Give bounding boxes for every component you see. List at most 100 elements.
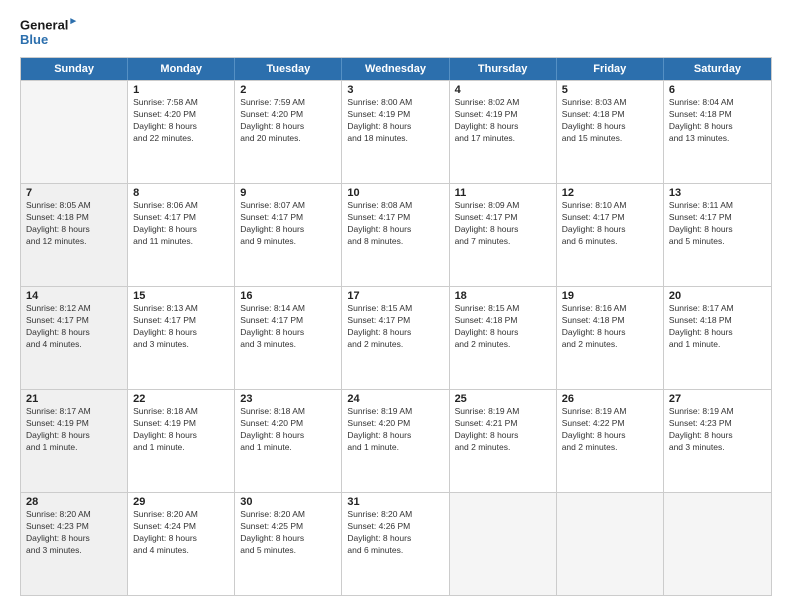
calendar-cell: 31Sunrise: 8:20 AM Sunset: 4:26 PM Dayli… bbox=[342, 493, 449, 595]
day-number: 9 bbox=[240, 187, 336, 199]
day-number: 31 bbox=[347, 496, 443, 508]
day-number: 19 bbox=[562, 290, 658, 302]
calendar-cell: 6Sunrise: 8:04 AM Sunset: 4:18 PM Daylig… bbox=[664, 81, 771, 183]
calendar-cell: 30Sunrise: 8:20 AM Sunset: 4:25 PM Dayli… bbox=[235, 493, 342, 595]
weekday-header: Friday bbox=[557, 58, 664, 80]
calendar-cell: 23Sunrise: 8:18 AM Sunset: 4:20 PM Dayli… bbox=[235, 390, 342, 492]
day-info: Sunrise: 8:05 AM Sunset: 4:18 PM Dayligh… bbox=[26, 200, 122, 248]
day-info: Sunrise: 8:15 AM Sunset: 4:17 PM Dayligh… bbox=[347, 303, 443, 351]
calendar-cell: 11Sunrise: 8:09 AM Sunset: 4:17 PM Dayli… bbox=[450, 184, 557, 286]
calendar-cell: 2Sunrise: 7:59 AM Sunset: 4:20 PM Daylig… bbox=[235, 81, 342, 183]
day-info: Sunrise: 8:04 AM Sunset: 4:18 PM Dayligh… bbox=[669, 97, 766, 145]
day-number: 5 bbox=[562, 84, 658, 96]
day-info: Sunrise: 7:58 AM Sunset: 4:20 PM Dayligh… bbox=[133, 97, 229, 145]
weekday-header: Monday bbox=[128, 58, 235, 80]
day-number: 24 bbox=[347, 393, 443, 405]
day-info: Sunrise: 8:20 AM Sunset: 4:26 PM Dayligh… bbox=[347, 509, 443, 557]
day-number: 11 bbox=[455, 187, 551, 199]
weekday-header: Sunday bbox=[21, 58, 128, 80]
day-number: 25 bbox=[455, 393, 551, 405]
header: General► Blue bbox=[20, 16, 772, 47]
day-number: 30 bbox=[240, 496, 336, 508]
day-info: Sunrise: 8:20 AM Sunset: 4:24 PM Dayligh… bbox=[133, 509, 229, 557]
calendar-cell: 28Sunrise: 8:20 AM Sunset: 4:23 PM Dayli… bbox=[21, 493, 128, 595]
calendar-cell: 7Sunrise: 8:05 AM Sunset: 4:18 PM Daylig… bbox=[21, 184, 128, 286]
day-info: Sunrise: 8:03 AM Sunset: 4:18 PM Dayligh… bbox=[562, 97, 658, 145]
page: General► Blue SundayMondayTuesdayWednesd… bbox=[0, 0, 792, 612]
day-info: Sunrise: 8:19 AM Sunset: 4:21 PM Dayligh… bbox=[455, 406, 551, 454]
day-info: Sunrise: 8:11 AM Sunset: 4:17 PM Dayligh… bbox=[669, 200, 766, 248]
calendar-cell: 29Sunrise: 8:20 AM Sunset: 4:24 PM Dayli… bbox=[128, 493, 235, 595]
day-info: Sunrise: 8:06 AM Sunset: 4:17 PM Dayligh… bbox=[133, 200, 229, 248]
day-info: Sunrise: 8:17 AM Sunset: 4:18 PM Dayligh… bbox=[669, 303, 766, 351]
day-info: Sunrise: 8:18 AM Sunset: 4:20 PM Dayligh… bbox=[240, 406, 336, 454]
day-info: Sunrise: 8:08 AM Sunset: 4:17 PM Dayligh… bbox=[347, 200, 443, 248]
weekday-header: Tuesday bbox=[235, 58, 342, 80]
logo-blue: Blue bbox=[20, 33, 48, 47]
calendar-cell: 25Sunrise: 8:19 AM Sunset: 4:21 PM Dayli… bbox=[450, 390, 557, 492]
day-number: 21 bbox=[26, 393, 122, 405]
day-info: Sunrise: 8:00 AM Sunset: 4:19 PM Dayligh… bbox=[347, 97, 443, 145]
day-info: Sunrise: 8:19 AM Sunset: 4:23 PM Dayligh… bbox=[669, 406, 766, 454]
calendar-cell: 22Sunrise: 8:18 AM Sunset: 4:19 PM Dayli… bbox=[128, 390, 235, 492]
day-number: 22 bbox=[133, 393, 229, 405]
logo: General► Blue bbox=[20, 16, 78, 47]
day-info: Sunrise: 8:20 AM Sunset: 4:25 PM Dayligh… bbox=[240, 509, 336, 557]
logo-container: General► Blue bbox=[20, 16, 78, 47]
calendar-cell: 17Sunrise: 8:15 AM Sunset: 4:17 PM Dayli… bbox=[342, 287, 449, 389]
calendar-cell: 12Sunrise: 8:10 AM Sunset: 4:17 PM Dayli… bbox=[557, 184, 664, 286]
day-number: 23 bbox=[240, 393, 336, 405]
calendar-cell: 16Sunrise: 8:14 AM Sunset: 4:17 PM Dayli… bbox=[235, 287, 342, 389]
day-number: 7 bbox=[26, 187, 122, 199]
weekday-header: Saturday bbox=[664, 58, 771, 80]
logo-general: General► bbox=[20, 16, 78, 33]
calendar-cell: 1Sunrise: 7:58 AM Sunset: 4:20 PM Daylig… bbox=[128, 81, 235, 183]
day-info: Sunrise: 8:14 AM Sunset: 4:17 PM Dayligh… bbox=[240, 303, 336, 351]
calendar-cell: 20Sunrise: 8:17 AM Sunset: 4:18 PM Dayli… bbox=[664, 287, 771, 389]
calendar-cell bbox=[557, 493, 664, 595]
calendar-cell: 15Sunrise: 8:13 AM Sunset: 4:17 PM Dayli… bbox=[128, 287, 235, 389]
calendar-cell: 5Sunrise: 8:03 AM Sunset: 4:18 PM Daylig… bbox=[557, 81, 664, 183]
day-number: 8 bbox=[133, 187, 229, 199]
day-info: Sunrise: 8:20 AM Sunset: 4:23 PM Dayligh… bbox=[26, 509, 122, 557]
day-info: Sunrise: 8:09 AM Sunset: 4:17 PM Dayligh… bbox=[455, 200, 551, 248]
day-number: 26 bbox=[562, 393, 658, 405]
weekday-header: Wednesday bbox=[342, 58, 449, 80]
day-info: Sunrise: 8:19 AM Sunset: 4:22 PM Dayligh… bbox=[562, 406, 658, 454]
calendar-cell: 8Sunrise: 8:06 AM Sunset: 4:17 PM Daylig… bbox=[128, 184, 235, 286]
calendar-cell: 24Sunrise: 8:19 AM Sunset: 4:20 PM Dayli… bbox=[342, 390, 449, 492]
day-info: Sunrise: 8:18 AM Sunset: 4:19 PM Dayligh… bbox=[133, 406, 229, 454]
day-number: 6 bbox=[669, 84, 766, 96]
calendar-cell: 18Sunrise: 8:15 AM Sunset: 4:18 PM Dayli… bbox=[450, 287, 557, 389]
calendar-cell bbox=[450, 493, 557, 595]
calendar-cell: 10Sunrise: 8:08 AM Sunset: 4:17 PM Dayli… bbox=[342, 184, 449, 286]
day-info: Sunrise: 8:07 AM Sunset: 4:17 PM Dayligh… bbox=[240, 200, 336, 248]
calendar-row: 1Sunrise: 7:58 AM Sunset: 4:20 PM Daylig… bbox=[21, 80, 771, 183]
day-number: 20 bbox=[669, 290, 766, 302]
day-number: 16 bbox=[240, 290, 336, 302]
day-info: Sunrise: 8:12 AM Sunset: 4:17 PM Dayligh… bbox=[26, 303, 122, 351]
day-number: 4 bbox=[455, 84, 551, 96]
calendar-cell bbox=[21, 81, 128, 183]
day-number: 1 bbox=[133, 84, 229, 96]
calendar-cell: 19Sunrise: 8:16 AM Sunset: 4:18 PM Dayli… bbox=[557, 287, 664, 389]
day-info: Sunrise: 8:19 AM Sunset: 4:20 PM Dayligh… bbox=[347, 406, 443, 454]
day-info: Sunrise: 7:59 AM Sunset: 4:20 PM Dayligh… bbox=[240, 97, 336, 145]
day-number: 12 bbox=[562, 187, 658, 199]
calendar-row: 14Sunrise: 8:12 AM Sunset: 4:17 PM Dayli… bbox=[21, 286, 771, 389]
calendar: SundayMondayTuesdayWednesdayThursdayFrid… bbox=[20, 57, 772, 596]
calendar-cell: 4Sunrise: 8:02 AM Sunset: 4:19 PM Daylig… bbox=[450, 81, 557, 183]
day-info: Sunrise: 8:15 AM Sunset: 4:18 PM Dayligh… bbox=[455, 303, 551, 351]
calendar-row: 28Sunrise: 8:20 AM Sunset: 4:23 PM Dayli… bbox=[21, 492, 771, 595]
day-info: Sunrise: 8:16 AM Sunset: 4:18 PM Dayligh… bbox=[562, 303, 658, 351]
day-number: 17 bbox=[347, 290, 443, 302]
calendar-cell bbox=[664, 493, 771, 595]
calendar-cell: 13Sunrise: 8:11 AM Sunset: 4:17 PM Dayli… bbox=[664, 184, 771, 286]
day-info: Sunrise: 8:10 AM Sunset: 4:17 PM Dayligh… bbox=[562, 200, 658, 248]
day-info: Sunrise: 8:17 AM Sunset: 4:19 PM Dayligh… bbox=[26, 406, 122, 454]
day-number: 14 bbox=[26, 290, 122, 302]
calendar-row: 21Sunrise: 8:17 AM Sunset: 4:19 PM Dayli… bbox=[21, 389, 771, 492]
calendar-cell: 27Sunrise: 8:19 AM Sunset: 4:23 PM Dayli… bbox=[664, 390, 771, 492]
day-number: 2 bbox=[240, 84, 336, 96]
day-number: 3 bbox=[347, 84, 443, 96]
